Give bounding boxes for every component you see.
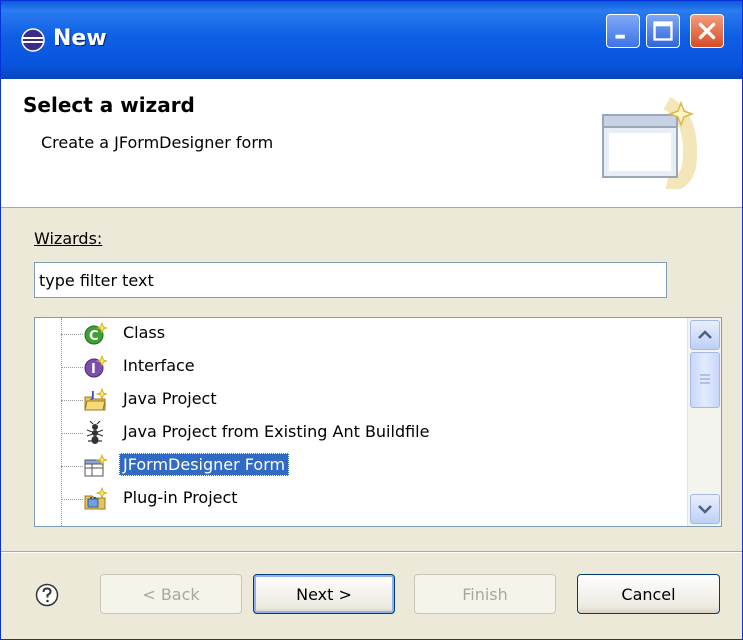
svg-text:C: C bbox=[89, 329, 99, 344]
finish-button[interactable]: Finish bbox=[414, 574, 556, 614]
jformdesigner-form-icon bbox=[84, 454, 107, 477]
tree-connector bbox=[61, 466, 83, 467]
wizard-filter-input[interactable] bbox=[34, 262, 667, 298]
window-title: New bbox=[53, 26, 107, 51]
scroll-up-button[interactable] bbox=[690, 320, 720, 350]
class-icon: C bbox=[84, 322, 107, 345]
wizards-label: Wizards: bbox=[34, 229, 102, 248]
tree-item-label: Interface bbox=[123, 356, 195, 375]
svg-text:I: I bbox=[91, 362, 96, 377]
tree-connector bbox=[61, 499, 83, 500]
chevron-up-icon bbox=[698, 330, 712, 339]
ant-icon bbox=[86, 421, 104, 444]
next-button[interactable]: Next > bbox=[253, 574, 395, 614]
svg-text:J: J bbox=[90, 390, 95, 401]
tree-item-label: Class bbox=[123, 323, 166, 342]
wizard-tree[interactable]: C Class I Interface J Java Project Java … bbox=[34, 317, 722, 527]
back-button[interactable]: < Back bbox=[100, 574, 242, 614]
banner-description: Create a JFormDesigner form bbox=[41, 133, 274, 152]
wizard-banner: Select a wizard Create a JFormDesigner f… bbox=[1, 79, 742, 208]
tree-item-label: JFormDesigner Form bbox=[119, 453, 290, 476]
new-wizard-graphic-icon bbox=[602, 97, 697, 189]
minimize-icon bbox=[615, 34, 625, 39]
close-icon bbox=[698, 22, 716, 40]
tree-item-java-project-ant[interactable]: Java Project from Existing Ant Buildfile bbox=[35, 417, 685, 450]
close-button[interactable] bbox=[690, 14, 724, 48]
tree-item-label: Plug-in Project bbox=[123, 488, 238, 507]
tree-item-label: Java Project bbox=[123, 389, 217, 408]
tree-connector bbox=[61, 334, 83, 335]
scroll-thumb[interactable] bbox=[690, 352, 720, 408]
maximize-button[interactable] bbox=[646, 14, 680, 48]
tree-connector bbox=[61, 400, 83, 401]
java-project-icon: J bbox=[84, 388, 107, 411]
title-bar[interactable]: New bbox=[1, 1, 742, 79]
plugin-project-icon bbox=[84, 487, 107, 510]
tree-item-java-project[interactable]: J Java Project bbox=[35, 384, 685, 417]
chevron-down-icon bbox=[698, 505, 712, 514]
minimize-button[interactable] bbox=[606, 14, 640, 48]
tree-connector bbox=[61, 433, 83, 434]
wizards-label-text: Wizards: bbox=[34, 229, 103, 248]
tree-vertical-scrollbar[interactable] bbox=[687, 318, 721, 526]
help-icon[interactable] bbox=[35, 583, 59, 607]
tree-connector bbox=[61, 367, 83, 368]
tree-item-label: Java Project from Existing Ant Buildfile bbox=[123, 422, 430, 441]
eclipse-icon bbox=[21, 28, 45, 52]
tree-item-interface[interactable]: I Interface bbox=[35, 351, 685, 384]
tree-item-jformdesigner-form[interactable]: JFormDesigner Form bbox=[35, 450, 685, 483]
grip-icon bbox=[700, 374, 710, 384]
banner-title: Select a wizard bbox=[23, 93, 195, 117]
scroll-down-button[interactable] bbox=[690, 494, 720, 524]
maximize-icon bbox=[653, 21, 673, 41]
interface-icon: I bbox=[84, 355, 107, 378]
tree-item-plugin-project[interactable]: Plug-in Project bbox=[35, 483, 685, 516]
tree-item-class[interactable]: C Class bbox=[35, 318, 685, 351]
new-wizard-dialog: New Select a wizard Create a JFormDesign… bbox=[0, 0, 743, 640]
button-bar-separator bbox=[1, 551, 742, 553]
cancel-button[interactable]: Cancel bbox=[577, 574, 720, 614]
